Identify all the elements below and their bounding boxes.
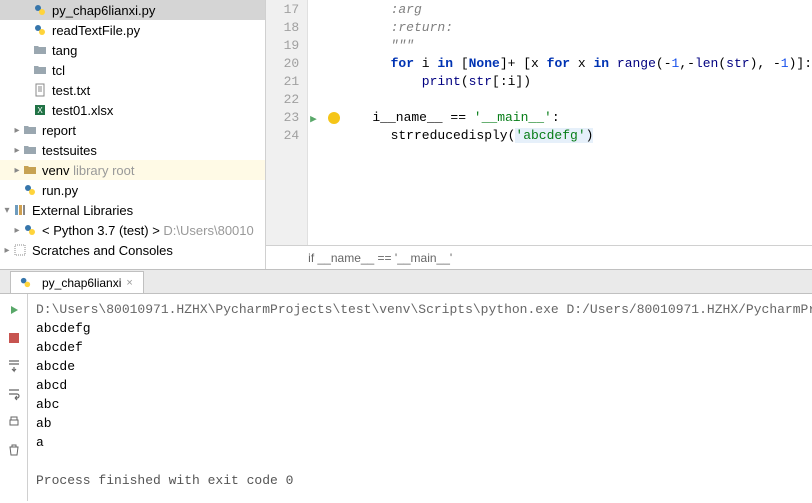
python-icon bbox=[22, 182, 38, 198]
code-line[interactable]: """ bbox=[328, 37, 812, 55]
tree-item[interactable]: tcl bbox=[0, 60, 265, 80]
code-line[interactable]: :arg bbox=[328, 1, 812, 19]
run-tab-bar: py_chap6lianxi × bbox=[0, 270, 812, 294]
code-line[interactable]: :return: bbox=[328, 19, 812, 37]
close-icon[interactable]: × bbox=[126, 277, 132, 289]
output-line: abcde bbox=[36, 357, 804, 376]
tree-label: < Python 3.7 (test) > D:\Users\80010 bbox=[42, 223, 254, 238]
tree-item[interactable]: ▸ testsuites bbox=[0, 140, 265, 160]
code-editor[interactable]: 1718192021222324 ▶ :arg :return: """ for… bbox=[266, 0, 812, 269]
console-output[interactable]: D:\Users\80010971.HZHX\PycharmProjects\t… bbox=[28, 294, 812, 501]
gutter-markers: ▶ bbox=[308, 0, 324, 245]
tree-item[interactable]: py_chap6lianxi.py bbox=[0, 0, 265, 20]
exit-message: Process finished with exit code 0 bbox=[36, 471, 804, 490]
folder-icon bbox=[32, 42, 48, 58]
code-line[interactable]: i__name__ == '__main__': bbox=[328, 109, 812, 127]
tree-label: testsuites bbox=[42, 143, 97, 158]
command-line: D:\Users\80010971.HZHX\PycharmProjects\t… bbox=[36, 300, 804, 319]
txt-icon bbox=[32, 82, 48, 98]
output-line: a bbox=[36, 433, 804, 452]
output-line: abcd bbox=[36, 376, 804, 395]
line-number[interactable]: 20 bbox=[266, 55, 299, 73]
rerun-button[interactable] bbox=[4, 300, 24, 320]
tree-item[interactable]: tang bbox=[0, 40, 265, 60]
tree-label: run.py bbox=[42, 183, 78, 198]
output-line: abcdefg bbox=[36, 319, 804, 338]
run-tool-window: py_chap6lianxi × D:\Users\80010971.HZHX\… bbox=[0, 269, 812, 501]
code-area[interactable]: :arg :return: """ for i in [None]+ [x fo… bbox=[324, 0, 812, 245]
wrap-button[interactable] bbox=[4, 384, 24, 404]
line-gutter[interactable]: 1718192021222324 bbox=[266, 0, 308, 245]
output-line: abcdef bbox=[36, 338, 804, 357]
expand-arrow[interactable]: ▸ bbox=[12, 145, 22, 156]
line-number[interactable]: 18 bbox=[266, 19, 299, 37]
tree-item[interactable]: test.txt bbox=[0, 80, 265, 100]
folder-icon bbox=[32, 62, 48, 78]
tree-item-external[interactable]: ▾ External Libraries bbox=[0, 200, 265, 220]
tree-item-venv[interactable]: ▸ venv library root bbox=[0, 160, 265, 180]
line-number[interactable]: 22 bbox=[266, 91, 299, 109]
tree-item-runpy[interactable]: run.py bbox=[0, 180, 265, 200]
tree-label: tang bbox=[52, 43, 77, 58]
line-number[interactable]: 19 bbox=[266, 37, 299, 55]
code-line[interactable] bbox=[328, 91, 812, 109]
expand-arrow[interactable]: ▸ bbox=[2, 245, 12, 256]
tree-label: report bbox=[42, 123, 76, 138]
expand-arrow[interactable]: ▸ bbox=[12, 125, 22, 136]
folder-icon bbox=[22, 142, 38, 158]
code-line[interactable]: for i in [None]+ [x for x in range(-1,-l… bbox=[328, 55, 812, 73]
tree-label: External Libraries bbox=[32, 203, 133, 218]
output-line: ab bbox=[36, 414, 804, 433]
tree-label: venv library root bbox=[42, 163, 135, 178]
svg-text:X: X bbox=[37, 106, 43, 115]
tree-label: test01.xlsx bbox=[52, 103, 113, 118]
expand-arrow[interactable]: ▸ bbox=[12, 225, 22, 236]
python-icon bbox=[22, 222, 38, 238]
tree-item[interactable]: Xtest01.xlsx bbox=[0, 100, 265, 120]
project-tree[interactable]: py_chap6lianxi.py readTextFile.py tang tcl t… bbox=[0, 0, 266, 269]
collapse-arrow[interactable]: ▾ bbox=[2, 205, 12, 216]
python-icon bbox=[32, 2, 48, 18]
delete-button[interactable] bbox=[4, 440, 24, 460]
folder-icon bbox=[22, 122, 38, 138]
run-tab[interactable]: py_chap6lianxi × bbox=[10, 271, 144, 293]
line-number[interactable]: 17 bbox=[266, 1, 299, 19]
expand-arrow[interactable]: ▸ bbox=[12, 165, 22, 176]
run-gutter-icon[interactable]: ▶ bbox=[310, 112, 317, 126]
python-icon bbox=[32, 22, 48, 38]
breadcrumb[interactable]: if __name__ == '__main__' bbox=[266, 245, 812, 269]
scroll-button[interactable] bbox=[4, 356, 24, 376]
tree-item-python[interactable]: ▸ < Python 3.7 (test) > D:\Users\80010 bbox=[0, 220, 265, 240]
stop-button[interactable] bbox=[4, 328, 24, 348]
tree-item[interactable]: readTextFile.py bbox=[0, 20, 265, 40]
tree-label: py_chap6lianxi.py bbox=[52, 3, 155, 18]
print-button[interactable] bbox=[4, 412, 24, 432]
tree-label: Scratches and Consoles bbox=[32, 243, 173, 258]
tree-item[interactable]: ▸ report bbox=[0, 120, 265, 140]
xlsx-icon: X bbox=[32, 102, 48, 118]
folder-icon bbox=[22, 162, 38, 178]
line-number[interactable]: 21 bbox=[266, 73, 299, 91]
python-icon bbox=[17, 275, 33, 291]
run-tab-label: py_chap6lianxi bbox=[42, 276, 121, 290]
tree-label: test.txt bbox=[52, 83, 90, 98]
intention-bulb-icon[interactable] bbox=[328, 112, 340, 124]
run-toolbar bbox=[0, 294, 28, 501]
output-line: abc bbox=[36, 395, 804, 414]
line-number[interactable]: 24 bbox=[266, 127, 299, 145]
tree-item-scratches[interactable]: ▸ Scratches and Consoles bbox=[0, 240, 265, 260]
code-line[interactable]: strreducedisply('abcdefg') bbox=[328, 127, 812, 145]
code-line[interactable]: print(str[:i]) bbox=[328, 73, 812, 91]
line-number[interactable]: 23 bbox=[266, 109, 299, 127]
tree-label: readTextFile.py bbox=[52, 23, 140, 38]
library-icon bbox=[12, 202, 28, 218]
scratch-icon bbox=[12, 242, 28, 258]
tree-label: tcl bbox=[52, 63, 65, 78]
